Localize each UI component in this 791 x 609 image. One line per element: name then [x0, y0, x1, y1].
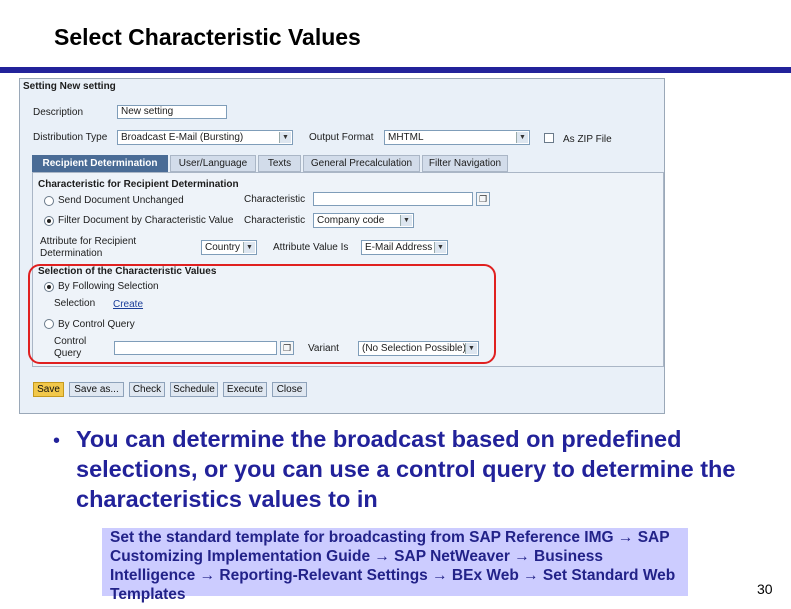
check-button[interactable]: Check: [129, 382, 165, 397]
attribute-value-is-select[interactable]: E-Mail Address ▼: [361, 240, 448, 255]
chevron-down-icon[interactable]: ▼: [434, 242, 446, 253]
output-format-label: Output Format: [309, 132, 374, 143]
characteristic-select[interactable]: Company code ▼: [313, 213, 414, 228]
distribution-type-select[interactable]: Broadcast E-Mail (Bursting) ▼: [117, 130, 293, 145]
recipient-section-title: Characteristic for Recipient Determinati…: [38, 179, 239, 190]
characteristic-input[interactable]: [313, 192, 473, 206]
save-button[interactable]: Save: [33, 382, 64, 397]
attribute-value-is-label: Attribute Value Is: [273, 242, 349, 253]
page-number: 30: [757, 581, 773, 597]
filter-by-characteristic-label: Filter Document by Characteristic Value: [58, 215, 234, 226]
tab-texts[interactable]: Texts: [258, 155, 301, 172]
sap-screenshot: Setting New setting Description New sett…: [19, 78, 665, 414]
tab-general-precalculation[interactable]: General Precalculation: [303, 155, 420, 172]
tab-user-language[interactable]: User/Language: [170, 155, 256, 172]
output-format-select[interactable]: MHTML ▼: [384, 130, 530, 145]
selection-highlight: [28, 264, 496, 364]
as-zip-checkbox[interactable]: [544, 133, 554, 143]
characteristic-label: Characteristic: [244, 194, 306, 205]
execute-button[interactable]: Execute: [223, 382, 267, 397]
as-zip-label: As ZIP File: [563, 134, 612, 145]
attribute-label-line1: Attribute for Recipient: [40, 236, 137, 247]
distribution-type-value: Broadcast E-Mail (Bursting): [121, 132, 244, 143]
attribute-label-line2: Determination: [40, 248, 103, 259]
characteristic-label-2: Characteristic: [244, 215, 306, 226]
send-unchanged-radio[interactable]: [44, 196, 54, 206]
output-format-value: MHTML: [388, 132, 424, 143]
tab-filter-navigation[interactable]: Filter Navigation: [422, 155, 508, 172]
description-input[interactable]: New setting: [117, 105, 227, 119]
distribution-type-label: Distribution Type: [33, 132, 108, 143]
save-as-button[interactable]: Save as...: [69, 382, 124, 397]
close-button[interactable]: Close: [272, 382, 307, 397]
chevron-down-icon[interactable]: ▼: [243, 242, 255, 253]
tab-recipient-determination[interactable]: Recipient Determination: [32, 155, 168, 172]
title-divider: [0, 67, 791, 73]
filter-by-characteristic-radio[interactable]: [44, 216, 54, 226]
note-text: Set the standard template for broadcasti…: [110, 529, 676, 603]
chevron-down-icon[interactable]: ▼: [279, 132, 291, 143]
panel-title: Setting New setting: [23, 81, 116, 92]
send-unchanged-label: Send Document Unchanged: [58, 195, 184, 206]
bullet-text: You can determine the broadcast based on…: [76, 426, 736, 512]
chevron-down-icon[interactable]: ▼: [400, 215, 412, 226]
characteristic-value: Company code: [317, 215, 385, 226]
chevron-down-icon[interactable]: ▼: [516, 132, 528, 143]
attribute-value: Country: [205, 242, 241, 253]
value-help-icon[interactable]: ❐: [476, 192, 490, 206]
bullet-icon: •: [53, 430, 61, 452]
attribute-select[interactable]: Country ▼: [201, 240, 257, 255]
description-label: Description: [33, 107, 84, 118]
schedule-button[interactable]: Schedule: [170, 382, 218, 397]
slide-title: Select Characteristic Values: [54, 24, 361, 50]
attribute-value-is-value: E-Mail Address: [365, 242, 433, 253]
